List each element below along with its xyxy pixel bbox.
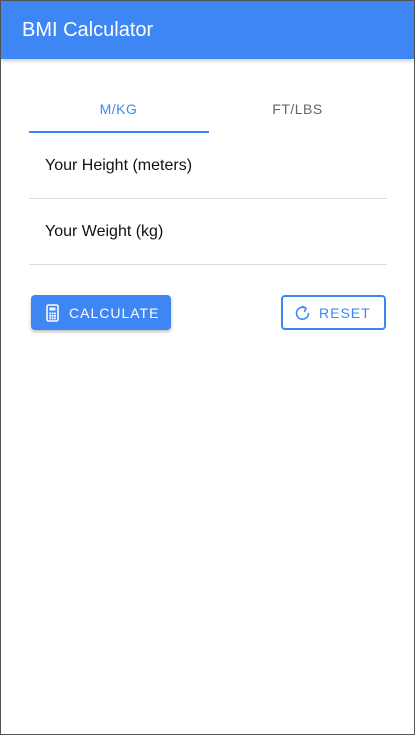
height-field — [29, 134, 387, 199]
calculate-button[interactable]: CALCULATE — [31, 295, 171, 330]
active-tab-indicator — [29, 131, 209, 133]
weight-input[interactable] — [29, 200, 387, 264]
refresh-icon — [294, 304, 311, 322]
height-input[interactable] — [29, 134, 387, 198]
app-window: BMI Calculator M/KG FT/LBS Your Height (… — [0, 0, 415, 735]
tab-metric[interactable]: M/KG — [29, 89, 208, 133]
reset-button-label: RESET — [319, 304, 371, 321]
reset-button[interactable]: RESET — [281, 295, 386, 330]
calculate-button-label: CALCULATE — [69, 304, 160, 321]
weight-field — [29, 200, 387, 265]
calculator-icon — [44, 303, 61, 322]
app-bar: BMI Calculator — [1, 1, 414, 59]
app-title: BMI Calculator — [22, 19, 154, 41]
unit-tabs: M/KG FT/LBS — [29, 89, 387, 133]
tab-imperial[interactable]: FT/LBS — [208, 89, 387, 133]
